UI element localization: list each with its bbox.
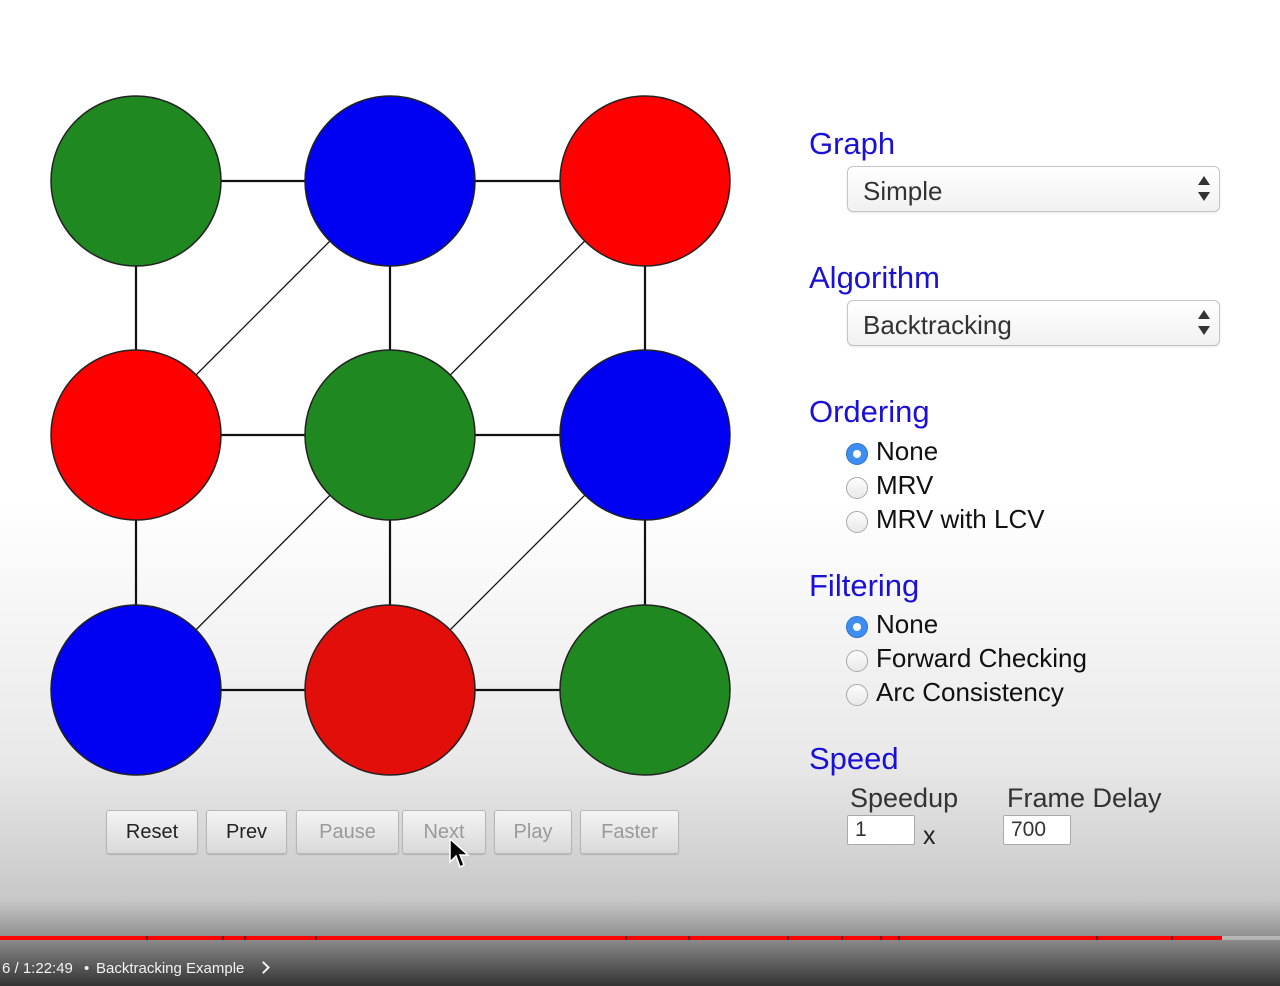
frame-delay-label: Frame Delay [1007, 783, 1162, 813]
frame-delay-input[interactable] [1003, 815, 1071, 845]
graph-select-value: Simple [863, 176, 943, 206]
pause-button[interactable]: Pause [296, 810, 399, 854]
filtering-option-label: Arc Consistency [876, 677, 1064, 707]
play-button[interactable]: Play [494, 810, 572, 854]
radio-unchecked-icon[interactable] [846, 477, 868, 499]
algorithm-select-value: Backtracking [863, 310, 1012, 340]
radio-checked-icon[interactable] [846, 616, 868, 638]
ordering-section-title: Ordering [809, 394, 930, 429]
graph-node-n8 [304, 604, 476, 776]
graph-canvas [50, 95, 731, 776]
chapter-marker [880, 936, 882, 940]
chapter-marker [841, 936, 843, 940]
speedup-label: Speedup [850, 783, 959, 813]
chapter-marker [898, 936, 900, 940]
video-progress-fill [0, 936, 1223, 940]
chevron-right-icon[interactable] [257, 961, 270, 974]
ordering-option-label: MRV with LCV [876, 504, 1045, 534]
radio-unchecked-icon[interactable] [846, 684, 868, 706]
graph-section-title: Graph [809, 126, 896, 161]
video-timestamp: 6 / 1:22:49 [2, 960, 73, 977]
mouse-cursor-icon [449, 838, 470, 869]
radio-unchecked-icon[interactable] [846, 650, 868, 672]
graph-nodes [50, 95, 731, 776]
algorithm-section-title: Algorithm [809, 260, 940, 295]
next-button[interactable]: Next [402, 810, 486, 854]
speedup-input[interactable] [847, 815, 915, 845]
select-arrows-icon [1197, 307, 1211, 339]
graph-node-n3 [559, 95, 731, 267]
filtering-section-title: Filtering [809, 568, 920, 603]
graph-select[interactable]: Simple [847, 166, 1220, 212]
graph-node-n6 [559, 349, 731, 521]
chapter-marker [787, 936, 789, 940]
chapter-marker [222, 936, 224, 940]
speedup-times-label: x [923, 822, 936, 850]
graph-node-n4 [50, 349, 222, 521]
filtering-option-label: None [876, 609, 939, 639]
separator-dot: • [84, 960, 90, 977]
chapter-marker [244, 936, 246, 940]
chapter-marker [625, 936, 627, 940]
graph-node-n9 [559, 604, 731, 776]
speed-section-title: Speed [809, 741, 899, 776]
chapter-title[interactable]: Backtracking Example [96, 960, 244, 977]
graph-node-n1 [50, 95, 222, 267]
radio-unchecked-icon[interactable] [846, 511, 868, 533]
chapter-marker [1096, 936, 1098, 940]
video-progress-bar[interactable] [0, 936, 1280, 940]
radio-checked-icon[interactable] [846, 443, 868, 465]
prev-button[interactable]: Prev [206, 810, 287, 854]
ordering-option-label: None [876, 436, 939, 466]
chapter-marker [146, 936, 148, 940]
reset-button[interactable]: Reset [106, 810, 198, 854]
graph-node-n5 [304, 349, 476, 521]
video-info-bar: 6 / 1:22:49 • Backtracking Example [0, 958, 700, 980]
faster-button[interactable]: Faster [580, 810, 679, 854]
chapter-marker [688, 936, 690, 940]
chapter-marker [1171, 936, 1173, 940]
select-arrows-icon [1197, 173, 1211, 205]
ordering-option-label: MRV [876, 470, 934, 500]
filtering-option-label: Forward Checking [876, 643, 1087, 673]
algorithm-select[interactable]: Backtracking [847, 300, 1220, 346]
graph-node-n2 [304, 95, 476, 267]
chapter-marker [315, 936, 317, 940]
graph-node-n7 [50, 604, 222, 776]
